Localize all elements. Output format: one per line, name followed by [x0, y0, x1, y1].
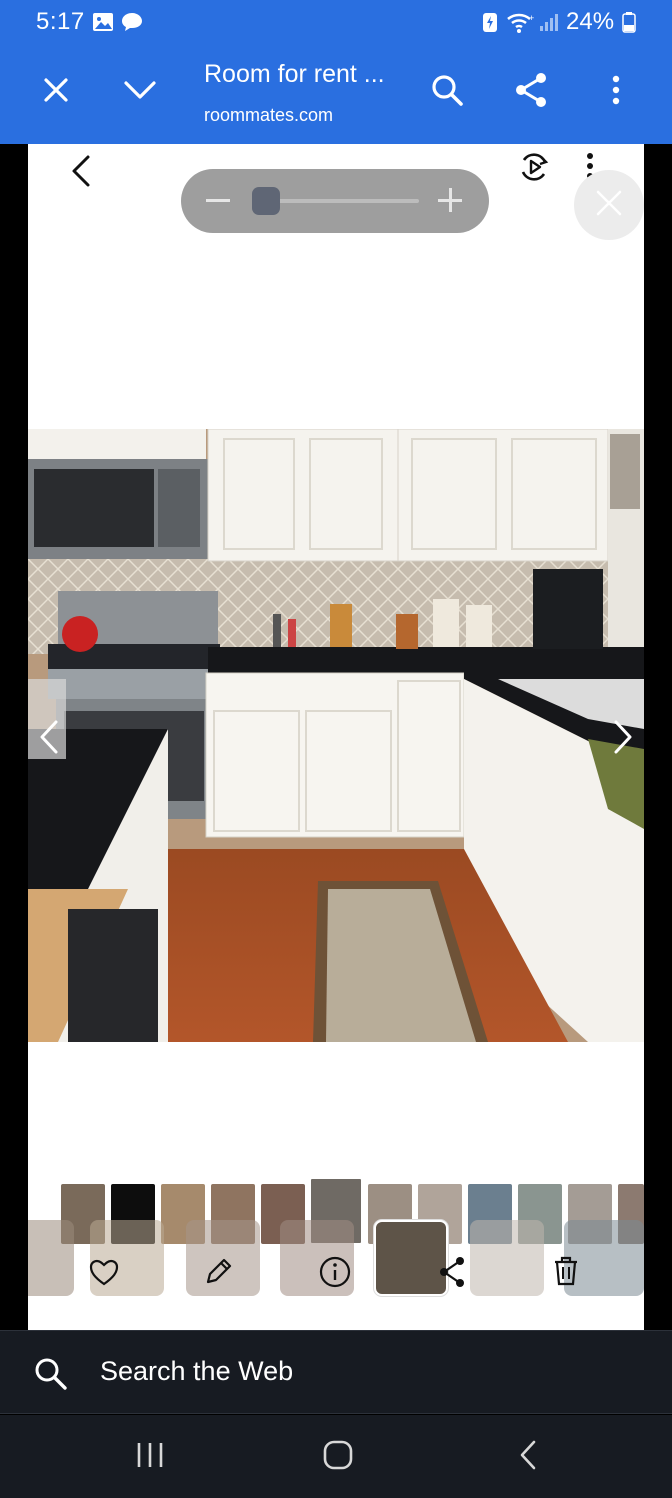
battery-saver-icon: [482, 11, 498, 38]
page-url: roommates.com: [204, 105, 334, 125]
system-nav-bar: [0, 1415, 672, 1498]
edit-icon[interactable]: [204, 1256, 234, 1291]
recents-button[interactable]: [130, 1439, 170, 1475]
status-time: 5:17: [36, 8, 85, 35]
zoom-track: [259, 199, 419, 203]
wifi-icon: +: [506, 11, 536, 40]
nav-back-button[interactable]: [508, 1439, 548, 1475]
app-toolbar: Room for rent ... roommates.com: [0, 44, 672, 144]
motion-photo-icon[interactable]: [518, 150, 550, 189]
collapse-button[interactable]: [116, 68, 164, 116]
kitchen-photo: [28, 429, 644, 1042]
signal-icon: [539, 11, 559, 38]
close-icon: [42, 76, 70, 109]
zoom-slider[interactable]: [181, 169, 489, 233]
next-arrow-icon[interactable]: [612, 719, 634, 760]
search-button[interactable]: [423, 68, 471, 116]
trash-icon[interactable]: [553, 1255, 579, 1292]
viewer-close-button[interactable]: [574, 170, 644, 240]
web-search-label: Search the Web: [100, 1356, 294, 1386]
thumbnail[interactable]: [470, 1220, 544, 1296]
home-button[interactable]: [318, 1439, 358, 1475]
chat-notification-icon: [121, 11, 143, 38]
svg-text:+: +: [529, 13, 534, 23]
close-icon: [595, 189, 623, 222]
home-icon: [322, 1439, 354, 1476]
more-options-button[interactable]: [592, 68, 640, 116]
gallery-notification-icon: [92, 11, 114, 38]
zoom-out-icon[interactable]: [206, 199, 230, 202]
share-icon[interactable]: [438, 1256, 466, 1293]
prev-arrow-icon[interactable]: [38, 719, 60, 760]
chevron-down-icon: [123, 80, 157, 105]
zoom-thumb[interactable]: [252, 187, 280, 215]
share-button[interactable]: [507, 68, 555, 116]
back-icon: [518, 1439, 538, 1476]
more-vert-icon: [611, 75, 621, 110]
image-viewer: [28, 144, 644, 1330]
share-icon: [514, 72, 548, 113]
search-icon: [430, 73, 464, 112]
status-bar: 5:17 + 24%: [0, 0, 672, 44]
back-icon[interactable]: [70, 154, 92, 193]
battery-percent: 24%: [566, 8, 615, 35]
thumbnail[interactable]: [28, 1220, 74, 1296]
heart-icon[interactable]: [89, 1259, 119, 1292]
web-search-bar[interactable]: Search the Web: [0, 1330, 672, 1414]
close-button[interactable]: [32, 68, 80, 116]
search-icon: [34, 1357, 68, 1396]
page-title: Room for rent ...: [204, 60, 385, 88]
recents-icon: [135, 1441, 165, 1474]
thumbnail-strip: [28, 1178, 644, 1299]
thumbnail-selected[interactable]: [374, 1220, 448, 1296]
info-icon[interactable]: [319, 1256, 351, 1293]
battery-icon: [622, 11, 636, 38]
